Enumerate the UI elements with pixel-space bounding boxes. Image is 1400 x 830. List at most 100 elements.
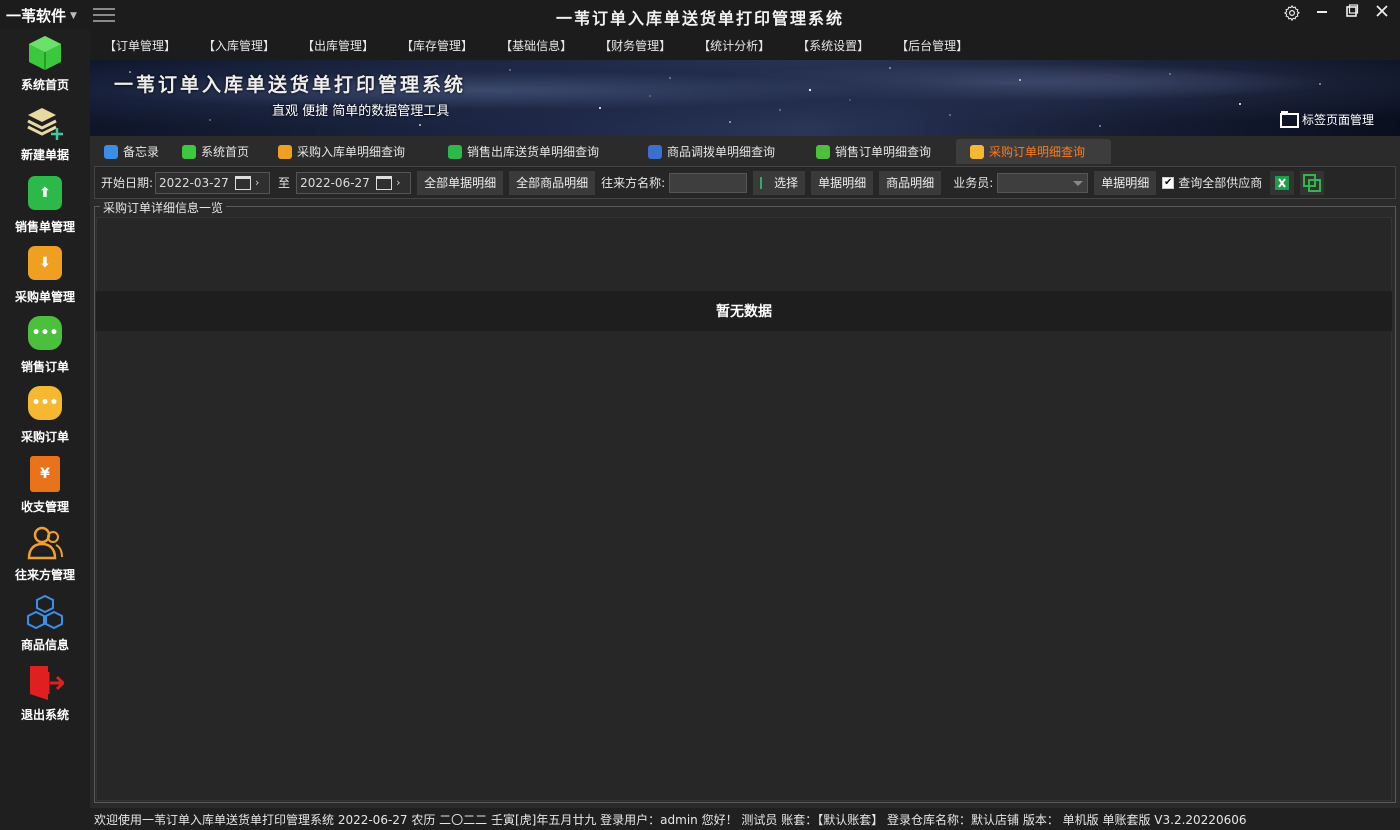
to-label: 至 (278, 176, 291, 190)
tab-sales-order-detail[interactable]: 销售订单明细查询 (802, 139, 956, 164)
layers-add-icon (26, 104, 64, 142)
tab-memo[interactable]: 备忘录 (90, 139, 168, 164)
yellow-chat-icon: ••• (26, 386, 64, 424)
sidebar-item-finance[interactable]: ¥ 收支管理 (0, 454, 90, 520)
sidebar: 系统首页 新建单据 ⬆ 销售单管理 ⬇ 采购单管理 ••• 销售订单 ••• 采… (0, 30, 90, 830)
menu-basic-info[interactable]: 【基础信息】 (500, 37, 572, 54)
all-goods-detail-button[interactable]: 全部商品明细 (509, 170, 596, 195)
all-doc-detail-button[interactable]: 全部单据明细 (417, 170, 504, 195)
status-text: 欢迎使用一苇订单入库单送货单打印管理系统 2022-06-27 农历 二〇二二 … (94, 812, 1247, 827)
doc-detail-button-2[interactable]: 单据明细 (1094, 170, 1157, 195)
banner-subtitle: 直观 便捷 简单的数据管理工具 (272, 104, 450, 119)
status-bar: 欢迎使用一苇订单入库单送货单打印管理系统 2022-06-27 农历 二〇二二 … (90, 808, 1400, 830)
close-icon[interactable] (1372, 4, 1392, 24)
goods-detail-button[interactable]: 商品明细 (879, 170, 942, 195)
query-all-checkbox[interactable]: ✔ (1162, 176, 1175, 189)
clerk-label: 业务员: (953, 176, 994, 190)
menu-system-settings[interactable]: 【系统设置】 (797, 37, 869, 54)
banner: 一苇订单入库单送货单打印管理系统 直观 便捷 简单的数据管理工具 标签页面管理 (90, 60, 1400, 136)
end-date-picker[interactable]: 2022-06-27 › (296, 171, 412, 194)
tab-window-icon (1279, 111, 1299, 128)
tab-label: 备忘录 (123, 145, 160, 159)
tab-manage-label: 标签页面管理 (1301, 112, 1374, 127)
gear-icon[interactable] (1282, 4, 1302, 24)
menu-outbound-management[interactable]: 【出库管理】 (302, 37, 374, 54)
restore-icon[interactable] (1342, 4, 1362, 24)
sidebar-item-label: 采购单管理 (14, 290, 75, 304)
sidebar-item-home[interactable]: 系统首页 (0, 34, 90, 100)
transfer-icon (648, 144, 662, 159)
sidebar-item-label: 销售订单 (20, 360, 69, 374)
filter-toolbar: 开始日期: 2022-03-27 › 至 2022-06-27 › 全部单据明细… (94, 166, 1396, 199)
banner-title: 一苇订单入库单送货单打印管理系统 (114, 74, 467, 96)
green-cube-icon (26, 34, 64, 72)
tab-strip: 备忘录 系统首页 采购入库单明细查询 销售出库送货单明细查询 商品调拨单明细查询… (90, 136, 1400, 164)
green-box-icon (448, 144, 462, 159)
sidebar-item-purchase-order[interactable]: ••• 采购订单 (0, 384, 90, 450)
partner-name-input[interactable] (669, 172, 748, 193)
query-all-label: 查询全部供应商 (1178, 176, 1263, 190)
sidebar-item-label: 收支管理 (20, 500, 69, 514)
excel-export-icon[interactable] (1270, 170, 1295, 195)
tab-home[interactable]: 系统首页 (168, 139, 264, 164)
cubes-icon (26, 594, 64, 632)
tab-goods-transfer-detail[interactable]: 商品调拨单明细查询 (634, 139, 802, 164)
tab-purchase-inbound-detail[interactable]: 采购入库单明细查询 (264, 139, 434, 164)
minimize-icon[interactable] (1312, 4, 1332, 24)
window-title: 一苇订单入库单送货单打印管理系统 (555, 9, 844, 28)
select-partner-button[interactable]: 选择 (753, 170, 806, 195)
sidebar-item-new-doc[interactable]: 新建单据 (0, 104, 90, 170)
clerk-select[interactable] (997, 172, 1089, 193)
start-date-label: 开始日期: (101, 176, 154, 190)
doc-detail-button[interactable]: 单据明细 (811, 170, 874, 195)
tab-label: 系统首页 (201, 145, 250, 159)
orange-box-icon: ⬇ (26, 246, 64, 284)
menu-inventory-management[interactable]: 【库存管理】 (401, 37, 473, 54)
sidebar-item-exit[interactable]: 退出系统 (0, 664, 90, 730)
sidebar-item-label: 采购订单 (20, 430, 69, 444)
start-date-picker[interactable]: 2022-03-27 › (155, 171, 271, 194)
start-date-value: 2022-03-27 (159, 175, 229, 190)
calendar-icon[interactable] (376, 175, 393, 190)
chevron-right-icon[interactable]: › (396, 176, 408, 189)
menu-inbound-management[interactable]: 【入库管理】 (203, 37, 275, 54)
green-chat-icon (816, 144, 830, 159)
calendar-icon[interactable] (235, 175, 252, 190)
sidebar-item-label: 往来方管理 (14, 568, 75, 582)
tab-manage-button[interactable]: 标签页面管理 (1279, 110, 1374, 128)
menu-backend-management[interactable]: 【后台管理】 (896, 37, 968, 54)
sidebar-item-label: 系统首页 (20, 78, 69, 92)
orange-box-icon (278, 144, 292, 159)
yellow-chat-icon (970, 144, 984, 159)
memo-icon (104, 144, 118, 159)
tab-label: 商品调拨单明细查询 (667, 145, 776, 159)
chevron-right-icon[interactable]: › (255, 176, 267, 189)
sidebar-item-label: 退出系统 (20, 708, 69, 722)
select-label: 选择 (774, 176, 799, 190)
green-cube-icon (182, 144, 196, 159)
tab-label: 采购入库单明细查询 (297, 145, 406, 159)
sidebar-item-purchase-doc[interactable]: ⬇ 采购单管理 (0, 244, 90, 310)
users-icon (26, 524, 64, 562)
sidebar-item-label: 新建单据 (20, 148, 69, 162)
menu-order-management[interactable]: 【订单管理】 (104, 37, 176, 54)
partner-label: 往来方名称: (601, 176, 666, 190)
sidebar-item-label: 销售单管理 (14, 220, 75, 234)
sidebar-item-partners[interactable]: 往来方管理 (0, 524, 90, 590)
select-icon (760, 176, 768, 189)
menu-statistics[interactable]: 【统计分析】 (698, 37, 770, 54)
sidebar-item-sales-order[interactable]: ••• 销售订单 (0, 314, 90, 380)
menu-finance-management[interactable]: 【财务管理】 (599, 37, 671, 54)
sidebar-item-sales-doc[interactable]: ⬆ 销售单管理 (0, 174, 90, 240)
sidebar-item-goods[interactable]: 商品信息 (0, 594, 90, 660)
tab-purchase-order-detail[interactable]: 采购订单明细查询 (956, 139, 1111, 164)
end-date-value: 2022-06-27 (300, 175, 370, 190)
tab-label: 销售出库送货单明细查询 (467, 145, 600, 159)
green-chat-icon: ••• (26, 316, 64, 354)
group-legend: 采购订单详细信息一览 (100, 199, 227, 216)
tab-label: 销售订单明细查询 (835, 145, 932, 159)
green-box-icon: ⬆ (26, 176, 64, 214)
copy-window-icon[interactable] (1300, 170, 1325, 195)
tab-sales-outbound-detail[interactable]: 销售出库送货单明细查询 (434, 139, 634, 164)
sidebar-item-label: 商品信息 (20, 638, 69, 652)
